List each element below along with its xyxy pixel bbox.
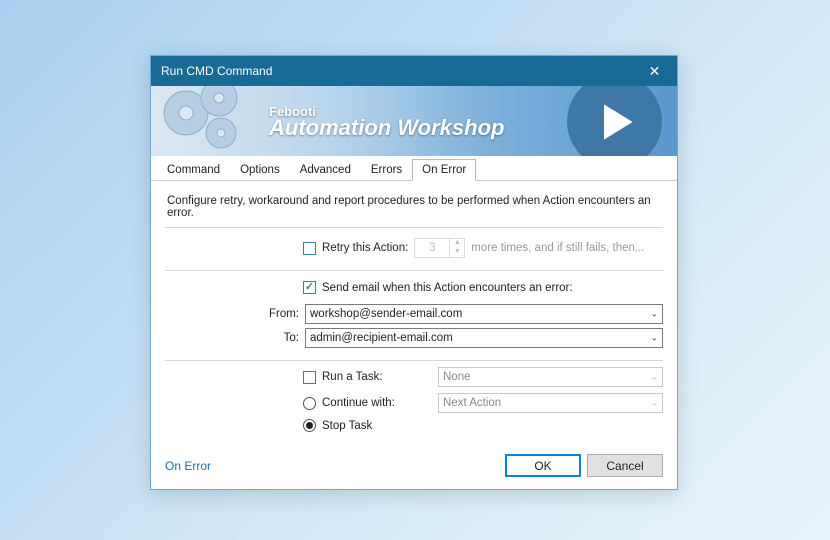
continue-row: Continue with: Next Action ⌄	[165, 393, 663, 413]
brand-text: Febooti Automation Workshop	[269, 104, 504, 141]
cancel-button[interactable]: Cancel	[587, 454, 663, 477]
footer-help-link[interactable]: On Error	[165, 459, 211, 473]
retry-row: Retry this Action: 3 ▲ ▼ more times, and…	[165, 238, 663, 258]
continue-value: Next Action	[443, 397, 501, 409]
chevron-down-icon: ⌄	[650, 333, 658, 344]
play-icon	[567, 86, 662, 156]
tab-bar: Command Options Advanced Errors On Error	[151, 156, 677, 181]
from-row: From: workshop@sender-email.com ⌄	[165, 304, 663, 324]
spinner-up-icon[interactable]: ▲	[450, 239, 464, 248]
from-combo[interactable]: workshop@sender-email.com ⌄	[305, 304, 663, 324]
run-task-combo[interactable]: None ⌄	[438, 367, 663, 387]
retry-hint: more times, and if still fails, then...	[471, 242, 644, 254]
stop-row: Stop Task	[165, 419, 663, 432]
divider	[165, 270, 663, 271]
email-checkbox[interactable]	[303, 281, 316, 294]
banner: Febooti Automation Workshop	[151, 86, 677, 156]
tab-errors[interactable]: Errors	[361, 159, 412, 181]
to-value: admin@recipient-email.com	[310, 332, 453, 344]
run-task-checkbox[interactable]	[303, 371, 316, 384]
divider	[165, 360, 663, 361]
continue-combo[interactable]: Next Action ⌄	[438, 393, 663, 413]
chevron-down-icon: ⌄	[650, 309, 658, 320]
chevron-down-icon: ⌄	[650, 372, 658, 383]
tab-command[interactable]: Command	[157, 159, 230, 181]
email-row: Send email when this Action encounters a…	[165, 281, 663, 294]
chevron-down-icon: ⌄	[650, 398, 658, 409]
brand-product: Automation Workshop	[269, 115, 504, 141]
footer: On Error OK Cancel	[151, 444, 677, 489]
help-text: Configure retry, workaround and report p…	[165, 191, 663, 228]
tab-options[interactable]: Options	[230, 159, 290, 181]
from-value: workshop@sender-email.com	[310, 308, 462, 320]
retry-value: 3	[415, 239, 449, 257]
email-label: Send email when this Action encounters a…	[322, 282, 573, 294]
retry-spinner[interactable]: 3 ▲ ▼	[414, 238, 465, 258]
titlebar[interactable]: Run CMD Command ✕	[151, 56, 677, 86]
tab-on-error[interactable]: On Error	[412, 159, 476, 181]
from-label: From:	[165, 308, 305, 320]
run-task-value: None	[443, 371, 471, 383]
retry-label: Retry this Action:	[322, 242, 408, 254]
tab-advanced[interactable]: Advanced	[290, 159, 361, 181]
run-task-row: Run a Task: None ⌄	[165, 367, 663, 387]
ok-button[interactable]: OK	[505, 454, 581, 477]
spinner-down-icon[interactable]: ▼	[450, 248, 464, 257]
continue-label: Continue with:	[322, 397, 438, 409]
run-task-label: Run a Task:	[322, 371, 438, 383]
close-icon: ✕	[649, 63, 661, 80]
close-button[interactable]: ✕	[632, 56, 677, 86]
to-row: To: admin@recipient-email.com ⌄	[165, 328, 663, 348]
to-combo[interactable]: admin@recipient-email.com ⌄	[305, 328, 663, 348]
retry-checkbox[interactable]	[303, 242, 316, 255]
stop-label: Stop Task	[322, 420, 372, 432]
dialog-window: Run CMD Command ✕ Febooti Automation Wor…	[150, 55, 678, 490]
panel: Configure retry, workaround and report p…	[151, 181, 677, 444]
to-label: To:	[165, 332, 305, 344]
window-title: Run CMD Command	[161, 64, 632, 78]
gears-icon	[161, 86, 256, 156]
continue-radio[interactable]	[303, 397, 316, 410]
stop-radio[interactable]	[303, 419, 316, 432]
